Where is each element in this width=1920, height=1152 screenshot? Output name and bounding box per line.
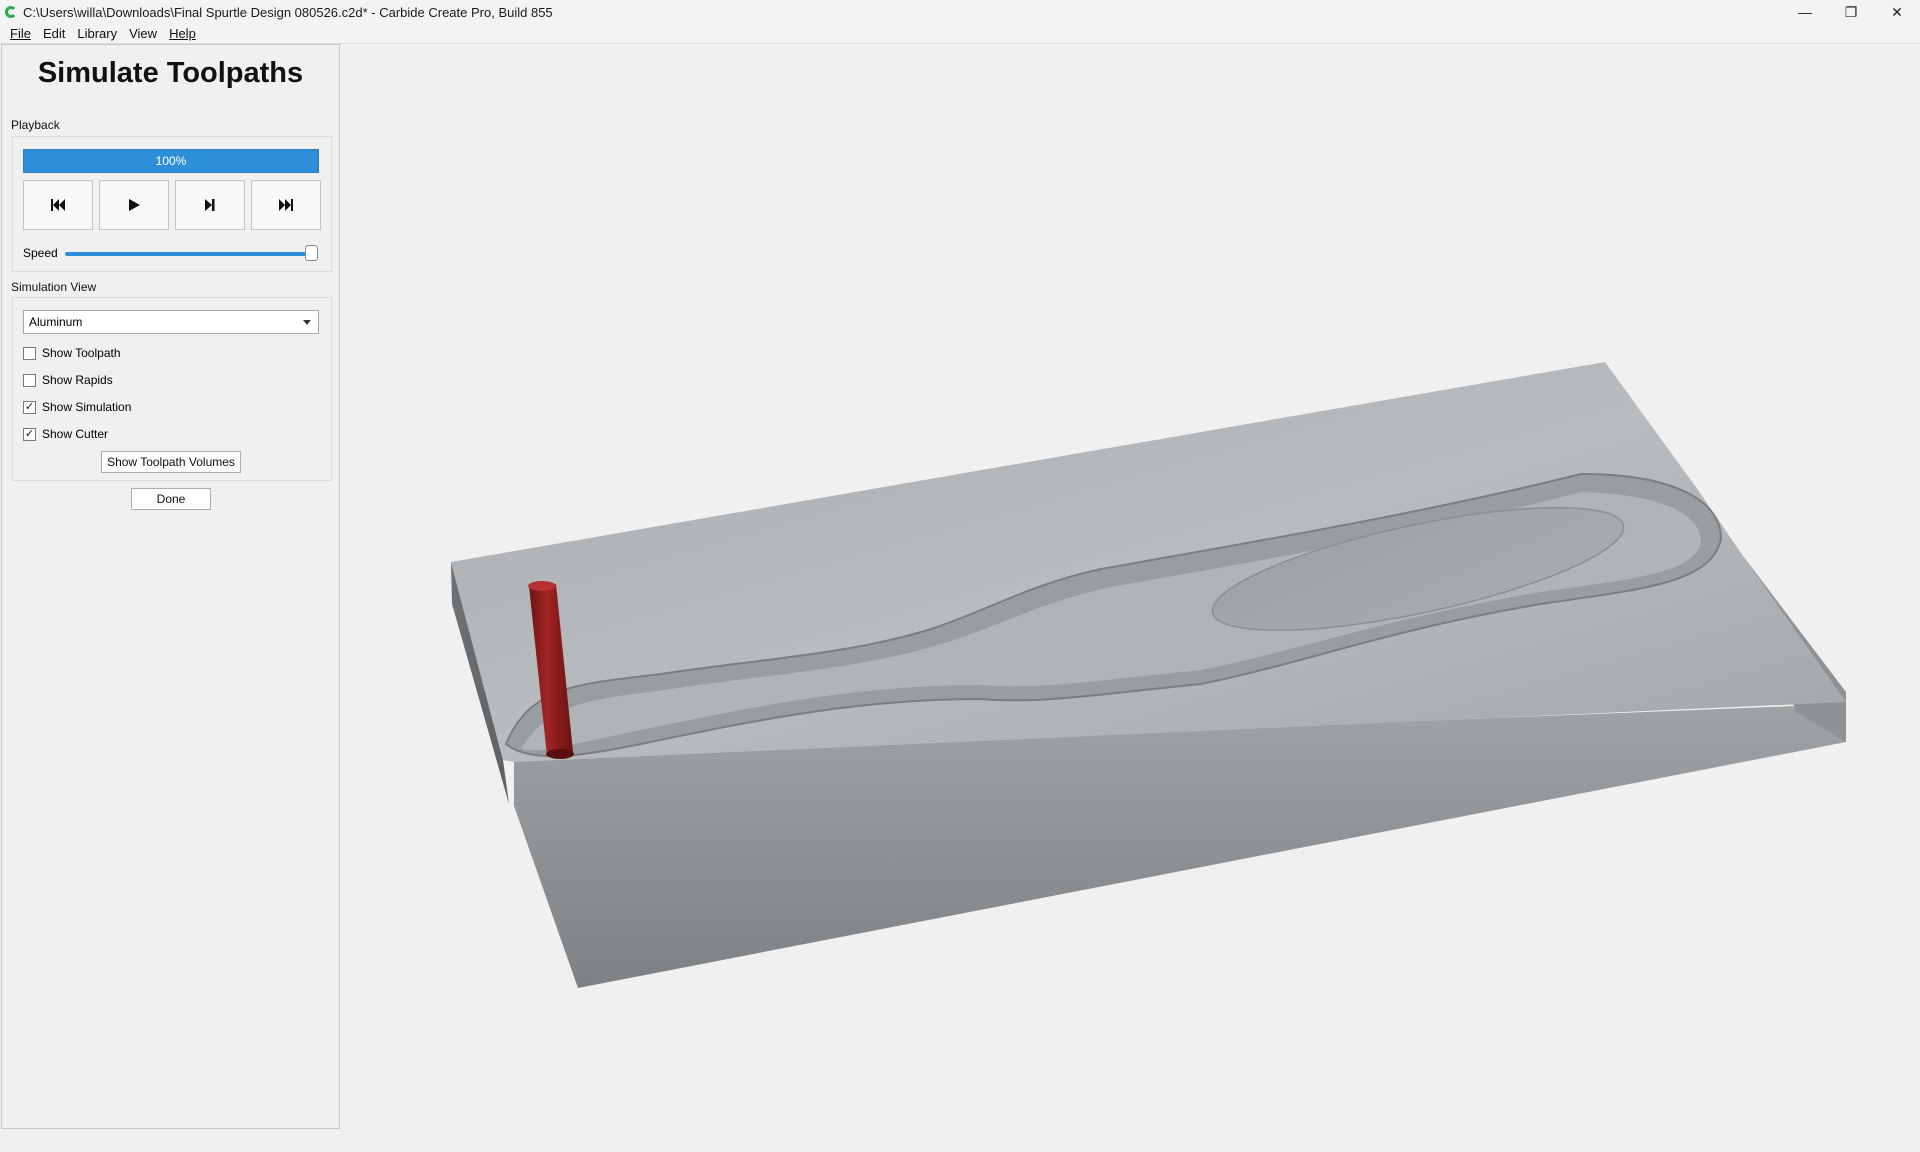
material-select[interactable]: Aluminum: [23, 310, 319, 334]
show-toolpath-label: Show Toolpath: [42, 346, 121, 360]
material-select-value: Aluminum: [29, 315, 83, 329]
menu-library[interactable]: Library: [71, 26, 123, 41]
checkmark-icon: ✓: [24, 400, 35, 413]
show-cutter-checkbox[interactable]: ✓: [23, 427, 36, 441]
menu-file[interactable]: File: [4, 26, 37, 41]
chevron-down-icon: [303, 320, 311, 325]
skip-to-start-button[interactable]: [23, 180, 93, 230]
show-rapids-checkbox[interactable]: [23, 373, 36, 387]
menu-edit-label: Edit: [42, 26, 66, 41]
title-bar: C:\Users\willa\Downloads\Final Spurtle D…: [0, 0, 1920, 24]
restore-button[interactable]: ❐: [1828, 0, 1874, 24]
menu-file-label: File: [10, 26, 31, 41]
skip-to-end-button[interactable]: [251, 180, 321, 230]
checkmark-icon: ✓: [24, 427, 35, 440]
menu-library-label: Library: [77, 26, 118, 41]
play-button[interactable]: [99, 180, 169, 230]
show-toolpath-checkbox[interactable]: [23, 346, 36, 360]
menu-view-label: View: [129, 26, 158, 41]
simulation-view-label: Simulation View: [11, 280, 97, 294]
show-toolpath-row[interactable]: Show Toolpath: [23, 345, 121, 361]
window-title: C:\Users\willa\Downloads\Final Spurtle D…: [23, 4, 553, 20]
simulation-viewport[interactable]: [341, 44, 1920, 1152]
speed-slider-track[interactable]: [65, 252, 313, 256]
show-cutter-row[interactable]: ✓ Show Cutter: [23, 426, 108, 442]
stock-model[interactable]: [341, 44, 1920, 1136]
close-button[interactable]: ✕: [1874, 0, 1920, 24]
speed-slider-handle[interactable]: [305, 245, 318, 261]
step-forward-icon: [205, 199, 215, 211]
play-icon: [129, 199, 140, 211]
show-toolpath-volumes-button[interactable]: Show Toolpath Volumes: [101, 451, 241, 473]
show-simulation-row[interactable]: ✓ Show Simulation: [23, 399, 131, 415]
show-simulation-label: Show Simulation: [42, 400, 132, 414]
step-forward-button[interactable]: [175, 180, 245, 230]
progress-bar: 100%: [23, 149, 319, 173]
panel-title: Simulate Toolpaths: [37, 57, 304, 89]
skip-to-end-icon: [279, 199, 293, 211]
show-rapids-row[interactable]: Show Rapids: [23, 372, 113, 388]
playback-group: 100% Speed: [12, 136, 332, 272]
status-strip: [0, 1136, 1920, 1152]
window-controls: — ❐ ✕: [1782, 0, 1920, 24]
menu-bar: File Edit Library View Help: [0, 24, 1920, 44]
minimize-button[interactable]: —: [1782, 0, 1828, 24]
menu-edit[interactable]: Edit: [37, 26, 71, 41]
menu-help-label: Help: [169, 26, 196, 41]
speed-label: Speed: [23, 246, 58, 260]
simulation-view-group: Aluminum Show Toolpath Show Rapids ✓ Sho…: [12, 297, 332, 481]
menu-view[interactable]: View: [123, 26, 163, 41]
show-cutter-label: Show Cutter: [42, 427, 109, 441]
show-simulation-checkbox[interactable]: ✓: [23, 400, 36, 414]
skip-to-start-icon: [51, 199, 65, 211]
playback-label: Playback: [11, 118, 60, 132]
simulate-panel: Simulate Toolpaths Playback 100% Speed S…: [1, 44, 340, 1129]
menu-help[interactable]: Help: [163, 26, 202, 41]
show-rapids-label: Show Rapids: [42, 373, 113, 387]
done-button[interactable]: Done: [131, 488, 211, 510]
app-logo-icon: [5, 6, 17, 18]
